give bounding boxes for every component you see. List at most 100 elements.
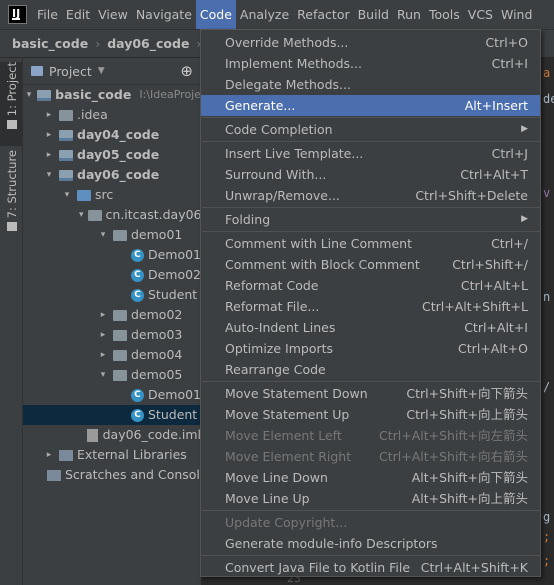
menu-wind[interactable]: Wind	[497, 0, 536, 29]
menu-item-unwrap-remove[interactable]: Unwrap/Remove... Ctrl+Shift+Delete	[201, 185, 540, 206]
project-panel-title[interactable]: Project	[49, 64, 92, 79]
breadcrumb-module[interactable]: day06_code	[107, 36, 189, 51]
tree-item[interactable]: C Student	[23, 405, 201, 425]
tree-item[interactable]: ▸ demo02	[23, 305, 201, 325]
menu-item-auto-indent-lines[interactable]: Auto-Indent Lines Ctrl+Alt+I	[201, 317, 540, 338]
tree-item-label: Demo02	[147, 267, 201, 282]
chevron-right-icon[interactable]: ▸	[43, 445, 55, 465]
menu-item-label: Comment with Block Comment	[225, 257, 420, 272]
tree-item-label: demo03	[131, 327, 183, 342]
chevron-down-icon[interactable]: ▾	[79, 205, 84, 225]
menu-item-optimize-imports[interactable]: Optimize Imports Ctrl+Alt+O	[201, 338, 540, 359]
chevron-right-icon[interactable]: ▸	[43, 125, 55, 145]
menu-analyze[interactable]: Analyze	[236, 0, 293, 29]
menu-item-label: Move Line Down	[225, 470, 328, 485]
menu-item-surround-with[interactable]: Surround With... Ctrl+Alt+T	[201, 164, 540, 185]
menu-item-label: Convert Java File to Kotlin File	[225, 560, 411, 575]
folder-icon	[6, 120, 17, 130]
menu-item-shortcut: Ctrl+Shift+向下箭头	[406, 386, 528, 401]
menu-item-move-element-right: Move Element Right Ctrl+Alt+Shift+向右箭头	[201, 446, 540, 467]
menu-item-shortcut: Ctrl+J	[491, 146, 528, 161]
menu-item-code-completion[interactable]: Code Completion ▶	[201, 119, 540, 140]
menu-item-move-line-down[interactable]: Move Line Down Alt+Shift+向下箭头	[201, 467, 540, 488]
menu-item-reformat-file[interactable]: Reformat File... Ctrl+Alt+Shift+L	[201, 296, 540, 317]
tree-item[interactable]: ▸ day05_code	[23, 145, 201, 165]
project-tool-tab[interactable]: 1: Project	[0, 62, 23, 146]
tree-item-label: Student	[148, 407, 198, 422]
menu-item-rearrange-code[interactable]: Rearrange Code	[201, 359, 540, 380]
tree-item[interactable]: ▸ .idea	[23, 105, 201, 125]
menu-item-shortcut: Ctrl+Alt+Shift+K	[420, 560, 528, 575]
menu-vcs[interactable]: VCS	[464, 0, 497, 29]
menu-item-move-statement-up[interactable]: Move Statement Up Ctrl+Shift+向上箭头	[201, 404, 540, 425]
tree-item[interactable]: ▸ External Libraries	[23, 445, 201, 465]
menu-item-implement-methods[interactable]: Implement Methods... Ctrl+I	[201, 53, 540, 74]
menu-item-shortcut: Ctrl+I	[491, 56, 528, 71]
project-panel-header: Project ▼ ⊕	[23, 58, 201, 85]
tree-item[interactable]: ▾ day06_code	[23, 165, 201, 185]
tree-item[interactable]: ▸ demo03	[23, 325, 201, 345]
chevron-down-icon[interactable]: ▾	[43, 165, 55, 185]
chevron-right-icon[interactable]: ▸	[97, 345, 109, 365]
menu-item-label: Move Statement Down	[225, 386, 368, 401]
menu-item-delegate-methods[interactable]: Delegate Methods...	[201, 74, 540, 95]
tree-item[interactable]: ▾ demo05	[23, 365, 201, 385]
breadcrumb-project[interactable]: basic_code	[12, 36, 88, 51]
menu-item-folding[interactable]: Folding ▶	[201, 209, 540, 230]
menu-item-shortcut: Ctrl+Alt+T	[460, 167, 528, 182]
menu-run[interactable]: Run	[393, 0, 425, 29]
tree-item[interactable]: ▸ day04_code	[23, 125, 201, 145]
menu-item-move-line-up[interactable]: Move Line Up Alt+Shift+向上箭头	[201, 488, 540, 509]
tree-item[interactable]: C Demo01	[23, 245, 201, 265]
library-icon	[59, 449, 73, 461]
menu-view[interactable]: View	[94, 0, 132, 29]
menu-refactor[interactable]: Refactor	[293, 0, 353, 29]
tree-item-label: day06_code	[77, 167, 160, 182]
menu-file[interactable]: File	[33, 0, 62, 29]
menu-code[interactable]: Code	[195, 0, 236, 29]
menu-tools[interactable]: Tools	[425, 0, 464, 29]
tree-item[interactable]: C Demo02	[23, 265, 201, 285]
tree-item[interactable]: C Demo01	[23, 385, 201, 405]
chevron-right-icon[interactable]: ▸	[97, 325, 109, 345]
tree-item[interactable]: ▾ demo01	[23, 225, 201, 245]
tree-item[interactable]: ▾ basic_code I:\IdeaProje	[23, 85, 201, 105]
menu-item-generate-module-info-descriptors[interactable]: Generate module-info Descriptors	[201, 533, 540, 554]
menu-item-override-methods[interactable]: Override Methods... Ctrl+O	[201, 32, 540, 53]
menu-separator	[202, 117, 541, 118]
code-menu-popup: Override Methods... Ctrl+O Implement Metho…	[200, 29, 541, 577]
menu-item-label: Unwrap/Remove...	[225, 188, 340, 203]
tree-item[interactable]: ▾ src	[23, 185, 201, 205]
tree-item[interactable]: ▸ demo04	[23, 345, 201, 365]
menu-item-label: Update Copyright...	[225, 515, 348, 530]
chevron-down-icon[interactable]: ▾	[61, 185, 73, 205]
menu-item-reformat-code[interactable]: Reformat Code Ctrl+Alt+L	[201, 275, 540, 296]
chevron-down-icon[interactable]: ▼	[98, 66, 105, 76]
menu-item-move-statement-down[interactable]: Move Statement Down Ctrl+Shift+向下箭头	[201, 383, 540, 404]
menu-item-generate[interactable]: Generate... Alt+Insert	[201, 95, 540, 116]
tree-item[interactable]: C Student	[23, 285, 201, 305]
menu-item-comment-with-block-comment[interactable]: Comment with Block Comment Ctrl+Shift+/	[201, 254, 540, 275]
menu-item-convert-java-file-to-kotlin-file[interactable]: Convert Java File to Kotlin File Ctrl+Alt…	[201, 557, 540, 578]
tree-item[interactable]: day06_code.iml	[23, 425, 201, 445]
menu-item-insert-live-template[interactable]: Insert Live Template... Ctrl+J	[201, 143, 540, 164]
chevron-down-icon[interactable]: ▾	[97, 365, 109, 385]
menu-item-label: Move Statement Up	[225, 407, 350, 422]
java-class-icon: C	[130, 248, 144, 262]
chevron-right-icon[interactable]: ▸	[97, 305, 109, 325]
tree-item[interactable]: Scratches and Consoles	[23, 465, 201, 485]
menu-item-label: Generate...	[225, 98, 296, 113]
structure-tool-tab[interactable]: 7: Structure	[0, 150, 23, 246]
chevron-down-icon[interactable]: ▾	[97, 225, 109, 245]
menu-build[interactable]: Build	[354, 0, 393, 29]
chevron-right-icon[interactable]: ▸	[43, 145, 55, 165]
tree-item[interactable]: ▾ cn.itcast.day06	[23, 205, 201, 225]
chevron-down-icon[interactable]: ▾	[25, 85, 33, 105]
locate-icon[interactable]: ⊕	[180, 62, 193, 80]
submenu-arrow-icon: ▶	[521, 124, 528, 134]
menu-edit[interactable]: Edit	[62, 0, 94, 29]
menu-item-comment-with-line-comment[interactable]: Comment with Line Comment Ctrl+/	[201, 233, 540, 254]
tree-item-label: External Libraries	[77, 447, 187, 462]
chevron-right-icon[interactable]: ▸	[43, 105, 55, 125]
menu-navigate[interactable]: Navigate	[132, 0, 196, 29]
